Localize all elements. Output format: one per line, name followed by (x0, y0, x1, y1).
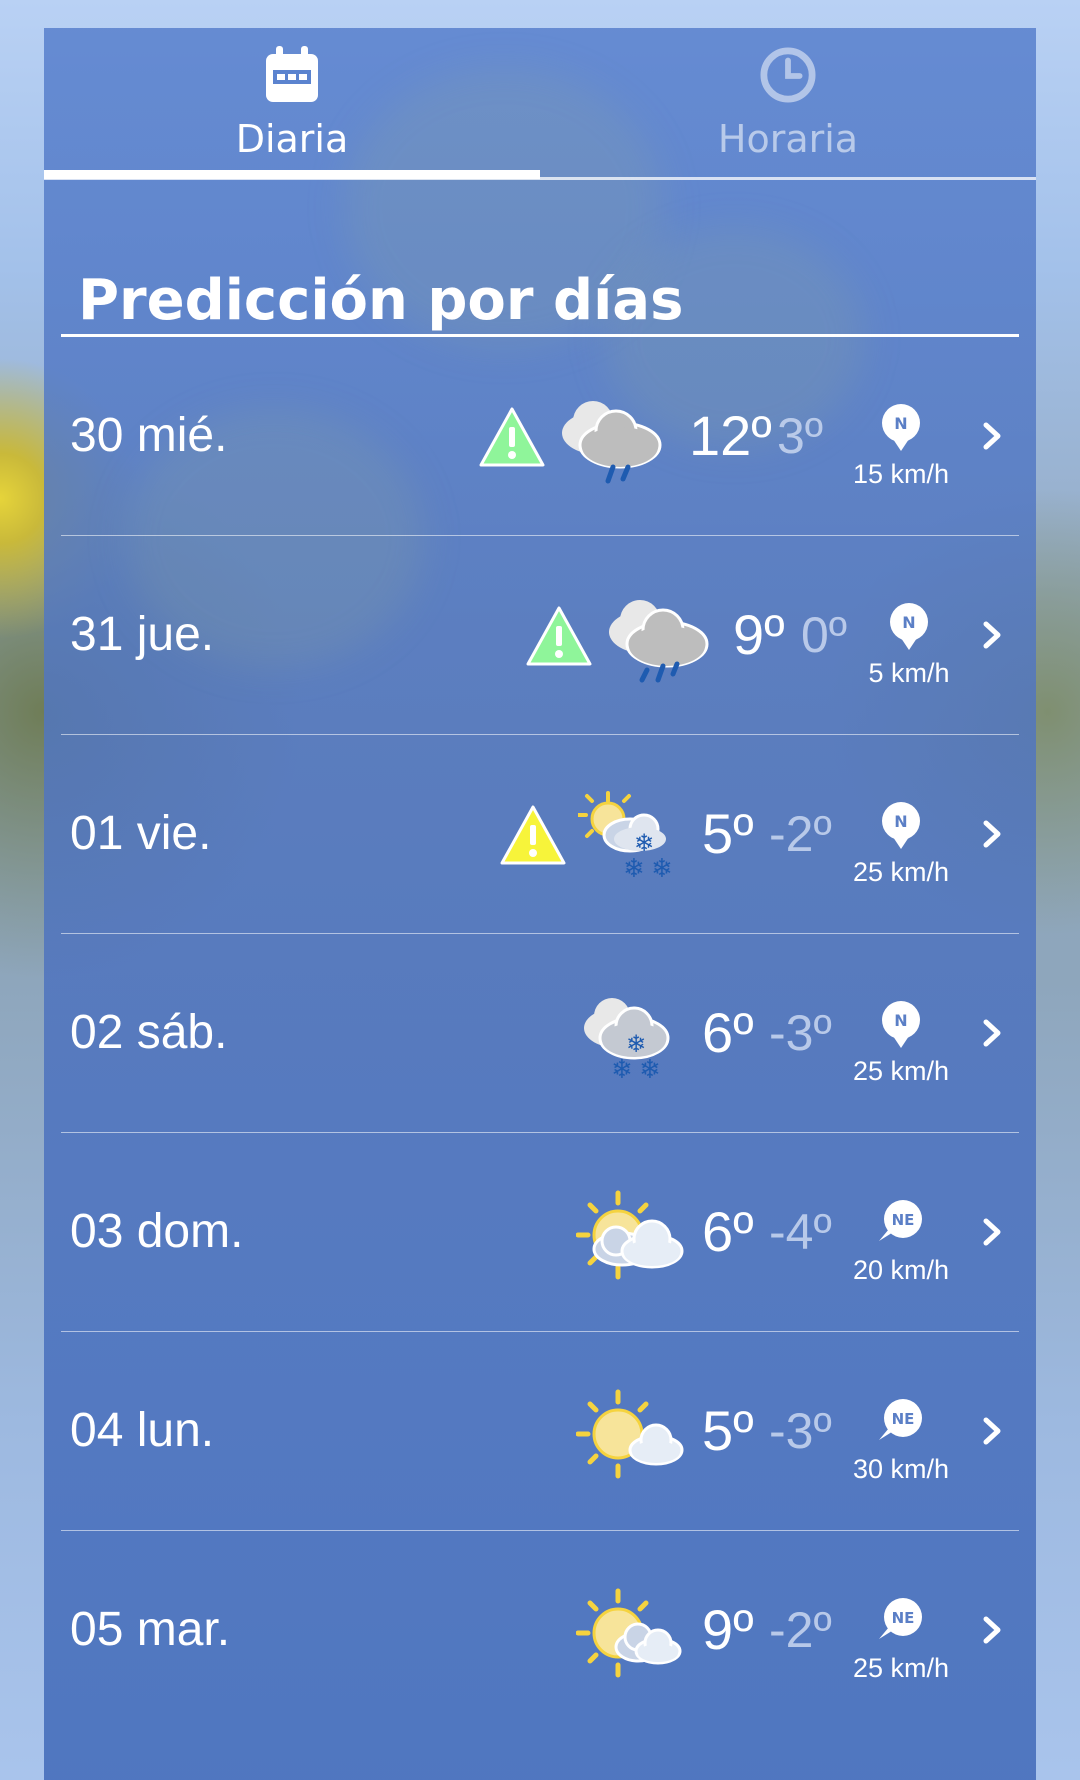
temp-max: 9º (733, 603, 785, 666)
active-tab-indicator (44, 170, 540, 179)
day-label: 30 mié. (70, 409, 228, 462)
temp-min: -2º (769, 1602, 832, 1658)
calendar-icon (266, 46, 318, 102)
temp-min: 3º (777, 408, 824, 464)
sun-clouds-icon (576, 1190, 684, 1280)
svg-text:❄: ❄ (639, 1055, 661, 1085)
day-label: 04 lun. (70, 1404, 215, 1457)
temp-max: 6º (702, 1200, 754, 1263)
tab-diaria[interactable]: Diaria (44, 28, 540, 178)
sun-small-cloud-icon (576, 1389, 684, 1479)
tab-diaria-label: Diaria (235, 117, 349, 161)
day-label: 05 mar. (70, 1603, 231, 1656)
temp-max: 5º (702, 1399, 754, 1462)
wind-speed: 20 km/h (852, 1255, 950, 1285)
wind-dir-label: NE (892, 1609, 915, 1627)
clock-icon (760, 47, 816, 103)
wind-speed: 30 km/h (852, 1454, 950, 1484)
chevron-right-icon[interactable] (976, 1014, 1010, 1052)
temp-min: -3º (769, 1005, 832, 1061)
temp-min: -4º (769, 1204, 832, 1260)
temp-max: 5º (702, 802, 754, 865)
forecast-row-04[interactable]: 04 lun. 5º -3º NE 30 km/h (61, 1332, 1019, 1531)
wind-info: N 5 km/h (849, 602, 969, 702)
tab-horaria[interactable]: Horaria (540, 28, 1036, 178)
tab-horaria-label: Horaria (717, 117, 859, 161)
forecast-row-01[interactable]: 01 vie. ❄ ❄ ❄ 5º -2º N 25 km/h (61, 735, 1019, 934)
wind-speed: 25 km/h (852, 1056, 950, 1086)
cloud-rain-icon (562, 401, 662, 484)
wind-info: N 15 km/h (841, 403, 961, 503)
forecast-row-05[interactable]: 05 mar. 9º -2º NE 25 km/h (61, 1531, 1019, 1729)
view-tabs: Diaria Horaria (44, 28, 1036, 180)
wind-direction-icon: NE (879, 1200, 922, 1241)
forecast-row-03[interactable]: 03 dom. 6º -4º NE 20 km/h (61, 1133, 1019, 1332)
wind-direction-icon: N (882, 1001, 920, 1048)
wind-direction-icon: NE (879, 1399, 922, 1440)
warning-yellow-icon (500, 805, 566, 865)
wind-info: NE 20 km/h (841, 1199, 961, 1299)
chevron-right-icon[interactable] (976, 417, 1010, 455)
svg-text:❄: ❄ (634, 829, 654, 857)
temp-min: 0º (801, 607, 848, 663)
wind-speed: 25 km/h (852, 1653, 950, 1683)
day-label: 03 dom. (70, 1205, 244, 1258)
cloud-snow-icon: ❄ ❄ ❄ (584, 998, 670, 1085)
day-label: 01 vie. (70, 807, 212, 860)
wind-speed: 5 km/h (868, 658, 950, 688)
wind-dir-label: N (894, 1011, 907, 1030)
chevron-right-icon[interactable] (976, 815, 1010, 853)
wind-direction-icon: N (882, 802, 920, 849)
wind-speed: 25 km/h (852, 857, 950, 887)
svg-text:❄: ❄ (651, 854, 673, 884)
temp-max: 12º (689, 404, 772, 467)
wind-info: N 25 km/h (841, 1000, 961, 1100)
chevron-right-icon[interactable] (976, 1611, 1010, 1649)
wind-dir-label: N (902, 613, 915, 632)
wind-direction-icon: N (882, 404, 920, 451)
wind-speed: 15 km/h (852, 459, 950, 489)
temp-max: 6º (702, 1001, 754, 1064)
temp-min: -2º (769, 806, 832, 862)
chevron-right-icon[interactable] (976, 1213, 1010, 1251)
day-label: 02 sáb. (70, 1006, 228, 1059)
forecast-row-30[interactable]: 30 mié. 12º 3º N 15 km/h (61, 337, 1019, 536)
wind-dir-label: NE (892, 1410, 915, 1428)
wind-info: NE 30 km/h (841, 1398, 961, 1498)
temp-min: -3º (769, 1403, 832, 1459)
wind-info: NE 25 km/h (841, 1597, 961, 1697)
chevron-right-icon[interactable] (976, 1412, 1010, 1450)
wind-direction-icon: N (890, 603, 928, 650)
wind-dir-label: N (894, 812, 907, 831)
svg-text:❄: ❄ (626, 1030, 646, 1058)
wind-dir-label: NE (892, 1211, 915, 1229)
warning-green-icon (479, 407, 545, 467)
chevron-right-icon[interactable] (976, 616, 1010, 654)
wind-dir-label: N (894, 414, 907, 433)
day-label: 31 jue. (70, 608, 215, 661)
forecast-row-31[interactable]: 31 jue. 9º 0º N 5 km/h (61, 536, 1019, 735)
temp-max: 9º (702, 1598, 754, 1661)
daily-forecast-list: 30 mié. 12º 3º N 15 km/h 31 jue. 9º 0º N… (61, 337, 1019, 1729)
warning-green-icon (526, 606, 592, 666)
sun-clouds-icon (576, 1588, 682, 1678)
wind-info: N 25 km/h (841, 801, 961, 901)
wind-direction-icon: NE (879, 1598, 922, 1639)
forecast-row-02[interactable]: 02 sáb. ❄ ❄ ❄ 6º -3º N 25 km/h (61, 934, 1019, 1133)
section-title: Predicción por días (78, 268, 684, 333)
cloud-rain-icon (609, 600, 709, 683)
svg-text:❄: ❄ (611, 1055, 633, 1085)
forecast-panel: Diaria Horaria Predicción por días 30 mi… (44, 28, 1036, 1780)
svg-text:❄: ❄ (623, 854, 645, 884)
sun-cloud-snow-icon: ❄ ❄ ❄ (578, 791, 673, 884)
